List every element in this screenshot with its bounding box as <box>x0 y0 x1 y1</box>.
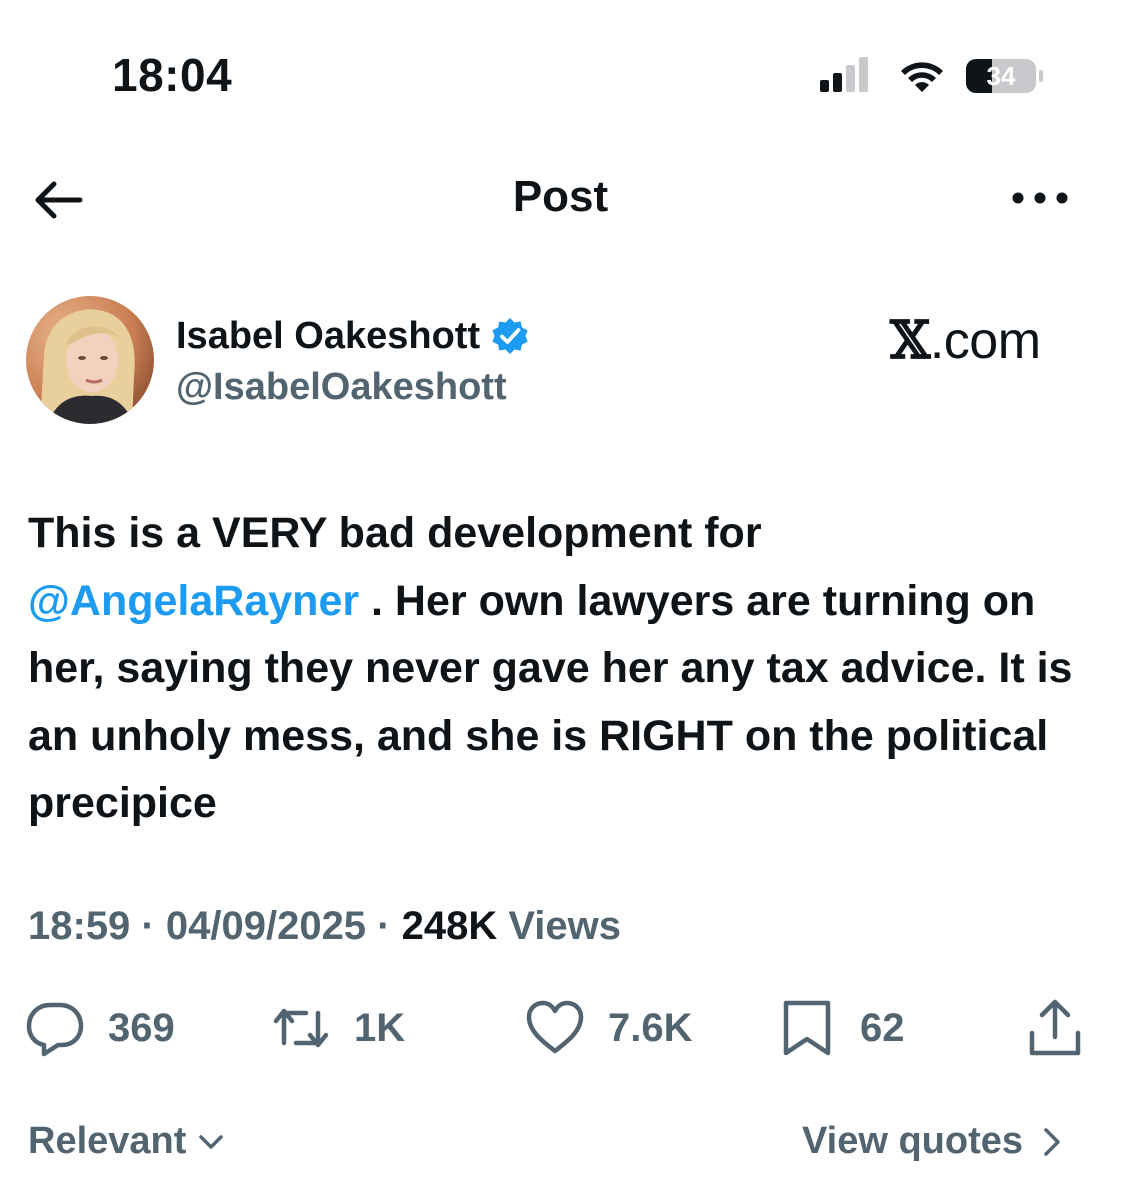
author-name-row[interactable]: Isabel Oakeshott <box>176 312 530 360</box>
reply-button[interactable]: 369 <box>24 998 175 1058</box>
share-icon <box>1029 999 1081 1056</box>
author-handle[interactable]: @IsabelOakeshott <box>176 366 507 409</box>
author-name: Isabel Oakeshott <box>176 314 481 357</box>
repost-icon <box>273 1008 329 1048</box>
views-label[interactable]: Views <box>497 904 621 948</box>
reply-icon <box>26 1002 84 1057</box>
status-icons: 34 <box>818 56 1048 96</box>
reply-count: 369 <box>108 1005 175 1050</box>
more-button[interactable] <box>1010 184 1070 212</box>
meta-separator: · <box>130 904 166 948</box>
like-count: 7.6K <box>608 1005 693 1050</box>
bookmark-icon <box>783 1000 831 1056</box>
verified-badge-icon <box>492 318 528 354</box>
chevron-down-icon <box>199 1134 224 1149</box>
chevron-right-icon <box>1044 1127 1060 1156</box>
mention-link[interactable]: @AngelaRayner <box>28 577 359 625</box>
watermark-text: .com <box>929 312 1041 370</box>
post-meta: 18:59 · 04/09/2025 · 248K Views <box>28 904 621 949</box>
view-quotes-link[interactable]: View quotes <box>802 1120 1063 1163</box>
status-time: 18:04 <box>112 49 233 101</box>
share-button[interactable] <box>1024 998 1086 1058</box>
bookmark-button[interactable]: 62 <box>776 998 905 1058</box>
battery-level: 34 <box>986 61 1016 91</box>
wifi-icon <box>901 62 943 92</box>
post-time: 18:59 <box>28 904 131 948</box>
sort-replies-dropdown[interactable]: Relevant <box>28 1120 224 1163</box>
like-button[interactable]: 7.6K <box>524 998 693 1058</box>
sort-label: Relevant <box>28 1120 187 1162</box>
views-count[interactable]: 248K <box>402 904 498 948</box>
cellular-signal-icon <box>820 57 868 92</box>
post-text: This is a VERY bad development for @Ange… <box>28 500 1098 838</box>
more-horizontal-icon <box>1012 192 1068 204</box>
repost-button[interactable]: 1K <box>270 998 405 1058</box>
post-date: 04/09/2025 <box>165 904 367 948</box>
view-quotes-label: View quotes <box>802 1120 1024 1162</box>
bookmark-count: 62 <box>860 1005 905 1050</box>
meta-separator: · <box>366 904 402 948</box>
x-logo-icon: 𝕏 <box>890 310 930 371</box>
page-title: Post <box>512 172 609 221</box>
xcom-watermark: 𝕏.com <box>890 310 1041 371</box>
post-text-line1: This is a VERY bad development for <box>28 509 762 557</box>
repost-count: 1K <box>354 1005 406 1050</box>
like-icon <box>526 1000 584 1054</box>
avatar[interactable] <box>26 296 154 424</box>
profile-photo <box>26 296 154 424</box>
